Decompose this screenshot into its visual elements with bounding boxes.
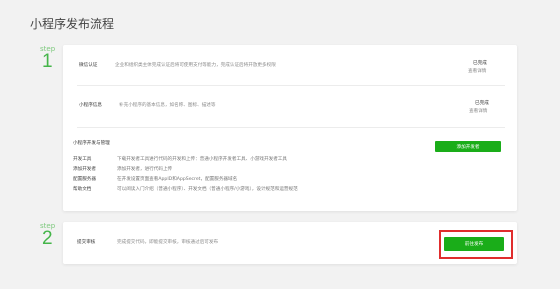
dev-item-tools-label: 开发工具	[73, 157, 92, 162]
wechat-verify-detail-link[interactable]: 查看详情	[468, 68, 486, 74]
dev-item-server-label: 配置服务器	[73, 177, 96, 182]
submit-review-desc: 完成提交代码，即能提交审核，审核通过后可发布	[117, 240, 219, 245]
page-title: 小程序发布流程	[30, 17, 115, 31]
dev-item-docs-desc: 可以阅读入门介绍（普通小程序）、开发文档（普通小程序/小游戏），设计规范和运营规…	[117, 187, 298, 192]
dev-item-add-dev-desc: 添加开发者，进行代码上传	[117, 167, 173, 172]
dev-section-title: 小程序开发与管理	[73, 141, 110, 146]
dev-item-add-dev-label: 添加开发者	[73, 167, 96, 172]
add-developer-button[interactable]: 添加开发者	[435, 141, 501, 152]
mini-program-info-desc: 补充小程序的基本信息，如名称、图标、描述等	[119, 103, 216, 108]
dev-item-tools-desc: 下载开发者工具进行代码的开发和上传：普通小程序开发者工具、小游戏开发者工具	[117, 157, 287, 162]
mini-program-info-label: 小程序信息	[79, 103, 102, 108]
divider	[77, 127, 505, 128]
wechat-verify-desc: 企业和组织类主体完成认证后将可使用支付等能力，完成认证后将开放更多权限	[115, 63, 276, 68]
wechat-verify-label: 微信认证	[79, 63, 98, 68]
submit-review-label: 提交审核	[77, 240, 96, 245]
publish-highlight-box	[439, 230, 513, 259]
divider	[77, 85, 505, 86]
wechat-verify-status: 已完成	[473, 61, 487, 66]
mini-program-info-status: 已完成	[475, 101, 489, 106]
dev-item-docs-label: 帮助文档	[73, 187, 92, 192]
step1-number: 1	[42, 51, 53, 72]
mini-program-info-detail-link[interactable]: 查看详情	[469, 108, 487, 114]
dev-item-server-desc: 在开发设置页面查看AppID和AppSecret，配置服务器域名	[117, 177, 238, 182]
step1-card: 微信认证 企业和组织类主体完成认证后将可使用支付等能力，完成认证后将开放更多权限…	[63, 45, 517, 211]
step2-number: 2	[42, 228, 53, 249]
